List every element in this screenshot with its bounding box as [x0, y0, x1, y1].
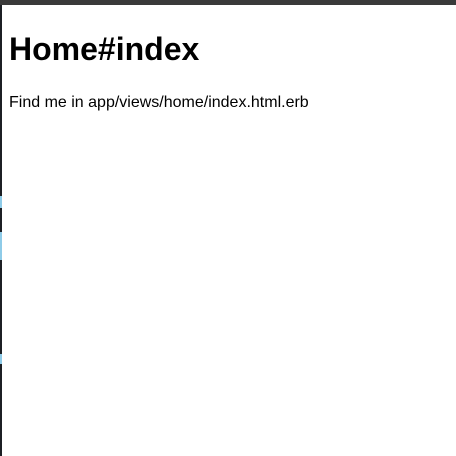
page-message: Find me in app/views/home/index.html.erb: [9, 94, 309, 111]
page-title: Home#index: [9, 31, 200, 67]
edge-accent: [0, 232, 2, 260]
window-top-bar: [0, 0, 456, 5]
left-window-edge: [0, 5, 2, 456]
edge-accent: [0, 196, 2, 208]
edge-accent: [0, 354, 2, 364]
page-content: Home#index Find me in app/views/home/ind…: [9, 31, 449, 113]
